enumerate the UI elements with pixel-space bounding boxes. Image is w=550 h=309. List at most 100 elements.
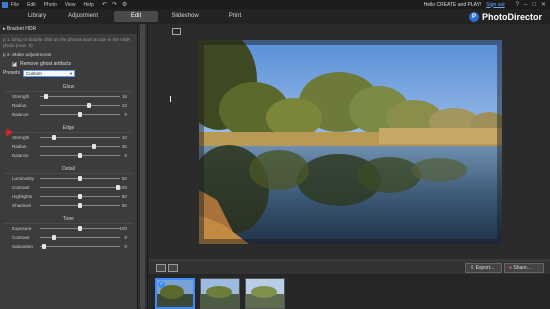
panel-title[interactable]: ▸ Bracket HDR bbox=[0, 24, 137, 34]
hdr-photo-preview bbox=[199, 40, 502, 244]
menu-help[interactable]: Help bbox=[84, 2, 94, 8]
slider-label: Strength bbox=[12, 94, 30, 99]
export-button[interactable]: ⇪ Export... bbox=[465, 263, 502, 273]
slider-row-exposure: Exposure 100 bbox=[0, 224, 137, 233]
maximize-icon[interactable]: □ bbox=[532, 2, 536, 8]
slider-row-strength: Strength 16 bbox=[0, 92, 137, 101]
panel-scrollbar[interactable] bbox=[138, 24, 148, 309]
selected-check-icon: ✓ bbox=[158, 281, 165, 288]
slider-knob[interactable] bbox=[78, 153, 82, 158]
slider-knob[interactable] bbox=[91, 144, 96, 149]
menu-edit[interactable]: Edit bbox=[27, 2, 36, 8]
slider-label: Saturation bbox=[12, 244, 33, 249]
slider-label: Contrast bbox=[12, 235, 30, 240]
slider-track[interactable] bbox=[40, 146, 120, 147]
remove-ghost-row[interactable]: Remove ghost artifacts bbox=[12, 60, 137, 68]
presets-dropdown[interactable]: Custom ▼ bbox=[23, 69, 75, 77]
slider-value: 0 bbox=[124, 235, 127, 240]
filmstrip: ✓ bbox=[149, 274, 550, 309]
slider-row-luminosity: Luminosity 50 bbox=[0, 174, 137, 183]
slider-label: Balance bbox=[12, 153, 29, 158]
slider-knob[interactable] bbox=[78, 203, 82, 208]
brand-logo: P PhotoDirector bbox=[468, 10, 542, 23]
filmstrip-toolbar: ⇪ Export... ● Share... bbox=[149, 262, 550, 274]
scroll-thumb[interactable] bbox=[140, 24, 145, 309]
slider-row-balance: Balance 0 bbox=[0, 151, 137, 160]
slider-value: 10 bbox=[121, 135, 127, 140]
remove-ghost-checkbox[interactable] bbox=[12, 60, 17, 67]
tab-library[interactable]: Library bbox=[18, 11, 56, 22]
slider-knob[interactable] bbox=[86, 103, 91, 108]
photo-thumbnail[interactable] bbox=[200, 278, 240, 309]
slider-label: Radius bbox=[12, 144, 27, 149]
tab-adjustment[interactable]: Adjustment bbox=[64, 11, 102, 22]
slider-value: 22 bbox=[121, 103, 127, 108]
list-view-button[interactable] bbox=[168, 264, 178, 272]
slider-row-contrast: Contrast 0 bbox=[0, 233, 137, 242]
slider-value: 0 bbox=[124, 244, 127, 249]
photo-canvas bbox=[149, 24, 550, 259]
menu-bar: File Edit Photo View Help ↶ ↷ ⚙ Hello CR… bbox=[0, 0, 550, 9]
slider-track[interactable] bbox=[40, 96, 120, 97]
menu-file[interactable]: File bbox=[11, 2, 19, 8]
slider-value: 0 bbox=[124, 153, 127, 158]
brand-name: PhotoDirector bbox=[481, 11, 542, 22]
thumbnail-image bbox=[246, 279, 284, 308]
share-button[interactable]: ● Share... bbox=[504, 263, 544, 273]
slider-knob[interactable] bbox=[78, 176, 82, 181]
slider-knob[interactable] bbox=[78, 194, 82, 199]
menu-view[interactable]: View bbox=[65, 2, 76, 8]
chevron-down-icon: ▼ bbox=[69, 70, 73, 76]
landscape-photo bbox=[199, 40, 502, 244]
presets-label: Presets bbox=[3, 70, 20, 76]
undo-icon[interactable]: ↶ bbox=[102, 1, 107, 8]
slider-knob[interactable] bbox=[52, 135, 57, 140]
slider-label: Luminosity bbox=[12, 176, 34, 181]
section-title-tone: Tone bbox=[63, 216, 74, 222]
slider-label: Balance bbox=[12, 112, 29, 117]
slider-value: 35 bbox=[121, 144, 127, 149]
slider-row-shadows: Shadows 50 bbox=[0, 201, 137, 210]
slider-row-strength: Strength 10 bbox=[0, 133, 137, 142]
step-2-text: p 2. Make adjustments bbox=[3, 53, 52, 58]
settings-icon[interactable]: ⚙ bbox=[122, 1, 127, 8]
slider-track[interactable] bbox=[40, 105, 120, 106]
thumbnail-image bbox=[201, 279, 239, 308]
slider-label: Contrast bbox=[12, 185, 30, 190]
slider-row-saturation: Saturation 0 bbox=[0, 242, 137, 251]
redo-icon[interactable]: ↷ bbox=[112, 1, 117, 8]
slider-value: 16 bbox=[121, 94, 127, 99]
slider-knob[interactable] bbox=[44, 94, 49, 99]
slider-knob[interactable] bbox=[42, 244, 46, 249]
slider-knob[interactable] bbox=[78, 112, 82, 117]
slider-row-contrast: Contrast 100 bbox=[0, 183, 137, 192]
help-icon[interactable]: ? bbox=[516, 2, 519, 8]
slider-label: Shadows bbox=[12, 203, 31, 208]
section-title-edge: Edge bbox=[62, 125, 75, 131]
tab-print[interactable]: Print bbox=[218, 11, 252, 22]
section-title-glow: Glow bbox=[62, 84, 75, 90]
minimize-icon[interactable]: – bbox=[524, 2, 527, 8]
photo-thumbnail[interactable]: ✓ bbox=[155, 278, 195, 309]
photo-thumbnail[interactable] bbox=[245, 278, 285, 309]
tab-slideshow[interactable]: Slideshow bbox=[166, 11, 204, 22]
filmstrip-view-button[interactable] bbox=[156, 264, 166, 272]
slider-track[interactable] bbox=[40, 187, 120, 188]
slider-knob[interactable] bbox=[52, 235, 57, 240]
slider-track[interactable] bbox=[40, 246, 120, 247]
app-icon bbox=[2, 1, 8, 8]
close-icon[interactable]: ✕ bbox=[541, 1, 546, 8]
menu-photo[interactable]: Photo bbox=[44, 2, 57, 8]
slider-value: 100 bbox=[119, 185, 127, 190]
slider-label: Highlights bbox=[12, 194, 33, 199]
tab-edit[interactable]: Edit bbox=[114, 11, 158, 22]
text-cursor-icon bbox=[170, 96, 171, 102]
sign-out-link[interactable]: Sign out bbox=[486, 2, 504, 8]
slider-label: Radius bbox=[12, 103, 27, 108]
fit-view-icon[interactable] bbox=[172, 28, 181, 35]
adjustment-sections: Glow Strength 16 Radius 22 Balance 0 Edge Streng… bbox=[0, 84, 137, 251]
slider-knob[interactable] bbox=[78, 226, 82, 231]
mode-tab-bar: Library Adjustment Edit Slideshow Print … bbox=[0, 9, 550, 24]
slider-label: Exposure bbox=[12, 226, 32, 231]
slider-row-radius: Radius 22 bbox=[0, 101, 137, 110]
